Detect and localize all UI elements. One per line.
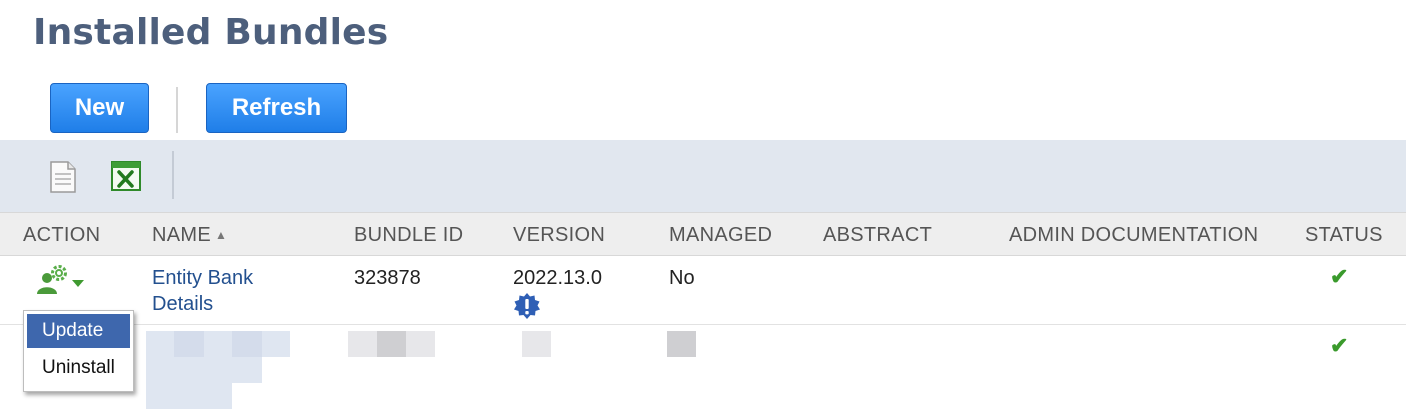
column-header-managed[interactable]: MANAGED <box>669 224 772 247</box>
excel-export-icon[interactable] <box>110 160 142 197</box>
list-toolbar <box>0 140 1406 212</box>
action-menu-trigger[interactable] <box>36 264 88 302</box>
column-header-version[interactable]: VERSION <box>513 224 605 247</box>
table-row: Entity Bank Details 323878 2022.13.0 No … <box>0 256 1406 325</box>
redacted-managed <box>667 331 696 357</box>
menu-item-uninstall[interactable]: Uninstall <box>27 351 130 385</box>
column-header-name-label: NAME <box>152 224 211 246</box>
menu-item-update[interactable]: Update <box>27 314 130 348</box>
managed-value: No <box>669 267 695 289</box>
user-gear-icon <box>37 265 84 294</box>
column-header-bundle-id[interactable]: BUNDLE ID <box>354 224 463 247</box>
bundle-version: 2022.13.0 <box>513 267 602 289</box>
column-header-abstract[interactable]: ABSTRACT <box>823 224 932 247</box>
status-ok-icon: ✔ <box>1330 333 1349 358</box>
redacted-version <box>522 331 551 357</box>
column-header-admin-documentation[interactable]: ADMIN DOCUMENTATION <box>1009 224 1258 247</box>
status-ok-icon: ✔ <box>1330 264 1349 289</box>
refresh-button[interactable]: Refresh <box>206 83 347 133</box>
column-header-action: ACTION <box>23 224 101 246</box>
page-title: Installed Bundles <box>33 12 389 53</box>
bundle-name-link[interactable]: Entity Bank Details <box>152 265 312 317</box>
version-alert-icon[interactable] <box>513 292 541 326</box>
toolbar-divider <box>172 151 174 199</box>
document-icon[interactable] <box>48 161 78 198</box>
action-dropdown-menu: Update Uninstall <box>23 310 134 392</box>
column-header-name[interactable]: NAME ▲ <box>152 224 227 247</box>
table-header: ACTION NAME ▲ BUNDLE ID VERSION MANAGED A… <box>0 212 1406 256</box>
column-header-status[interactable]: STATUS <box>1305 224 1383 247</box>
new-button[interactable]: New <box>50 83 149 133</box>
bundle-id: 323878 <box>354 267 421 289</box>
button-divider <box>176 87 178 133</box>
table-row: ✔ <box>0 325 1406 416</box>
sort-ascending-icon: ▲ <box>214 228 228 242</box>
